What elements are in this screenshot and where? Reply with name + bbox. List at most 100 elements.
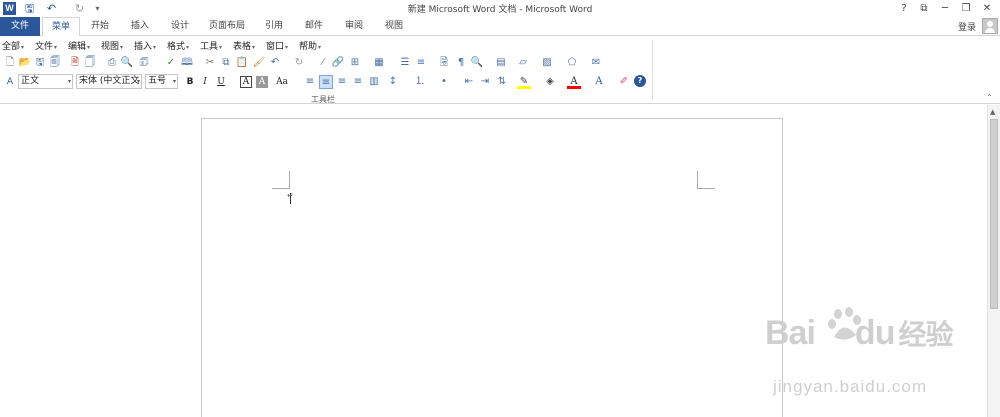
line-spacing-icon[interactable]: ↕ bbox=[386, 75, 400, 89]
paste-icon[interactable]: 📋 bbox=[235, 56, 249, 70]
font-combo[interactable]: 宋体 (中文正文 ▾ bbox=[76, 74, 142, 89]
shading-icon[interactable]: ◈ bbox=[543, 75, 557, 89]
justify-icon[interactable]: ≡ bbox=[351, 75, 365, 89]
font-size-combo[interactable]: 五号 ▾ bbox=[145, 74, 178, 89]
bullets-icon[interactable]: • bbox=[437, 75, 451, 89]
redo-icon[interactable]: ↻ bbox=[292, 56, 306, 70]
menu-view[interactable]: 视图▾ bbox=[101, 39, 123, 52]
window-title: 新建 Microsoft Word 文档 - Microsoft Word bbox=[407, 5, 593, 15]
menu-format[interactable]: 格式▾ bbox=[167, 39, 189, 52]
character-border-button[interactable]: A bbox=[240, 76, 252, 88]
title-bar: W 🖫 ↶ ↻ ▾ 新建 Microsoft Word 文档 - Microso… bbox=[0, 0, 1000, 17]
italic-button[interactable]: I bbox=[198, 75, 212, 89]
cut-icon[interactable]: ✂ bbox=[203, 56, 217, 70]
tab-menu[interactable]: 菜单 bbox=[42, 17, 80, 37]
menu-edit[interactable]: 编辑▾ bbox=[68, 39, 90, 52]
save-as-icon[interactable]: 🗐 bbox=[48, 56, 62, 70]
toolbar-group-caption: 工具栏 bbox=[311, 95, 335, 104]
close-button[interactable]: ✕ bbox=[976, 0, 998, 17]
text-box-icon[interactable]: ≡ bbox=[414, 56, 428, 70]
drawing-icon[interactable]: ⬠ bbox=[565, 56, 579, 70]
text-effects-icon[interactable]: A bbox=[592, 75, 606, 89]
shapes-icon[interactable]: ▱ bbox=[516, 56, 530, 70]
tab-page-layout[interactable]: 页面布局 bbox=[202, 17, 252, 36]
tab-insert[interactable]: 插入 bbox=[122, 17, 158, 36]
ribbon-panel: 全部▾ 文件▾ 编辑▾ 视图▾ 插入▾ 格式▾ 工具▾ 表格▾ 窗口▾ 帮助▾ … bbox=[0, 36, 1000, 104]
envelope-icon[interactable]: ✉ bbox=[589, 56, 603, 70]
print-icon[interactable]: ⎙ bbox=[105, 56, 119, 70]
word-window: W 🖫 ↶ ↻ ▾ 新建 Microsoft Word 文档 - Microso… bbox=[0, 0, 1000, 417]
menu-all[interactable]: 全部▾ bbox=[2, 39, 24, 52]
minimize-button[interactable]: ─ bbox=[934, 0, 956, 17]
tab-home[interactable]: 开始 bbox=[82, 17, 118, 36]
align-right-icon[interactable]: ≡ bbox=[335, 75, 349, 89]
menu-window[interactable]: 窗口▾ bbox=[266, 39, 288, 52]
tab-references[interactable]: 引用 bbox=[256, 17, 292, 36]
menu-table[interactable]: 表格▾ bbox=[233, 39, 255, 52]
document-map-icon[interactable]: 🗟 bbox=[437, 56, 451, 70]
help-button[interactable]: ? bbox=[893, 0, 915, 17]
scrollbar-thumb[interactable] bbox=[990, 119, 998, 309]
styles-pane-icon[interactable]: A bbox=[3, 75, 17, 89]
margin-mark-top-right bbox=[697, 171, 715, 189]
watermark-brand-bai: Bai bbox=[765, 314, 816, 352]
tab-review[interactable]: 审阅 bbox=[336, 17, 372, 36]
distributed-icon[interactable]: ▥ bbox=[367, 75, 381, 89]
print-preview-icon[interactable]: 🔍 bbox=[120, 56, 134, 70]
watermark-brand-cn: 经验 bbox=[898, 319, 953, 350]
watermark-url: jingyan.baidu.com bbox=[773, 377, 928, 396]
insert-table-icon[interactable]: ▦ bbox=[372, 56, 386, 70]
restore-button[interactable]: ❐ bbox=[955, 0, 977, 17]
sign-in-link[interactable]: 登录 bbox=[958, 20, 976, 33]
research-icon[interactable]: 🕮 bbox=[180, 56, 194, 70]
avatar[interactable] bbox=[982, 18, 998, 34]
undo-icon[interactable]: ↶ bbox=[268, 56, 282, 70]
character-shading-button[interactable]: A bbox=[256, 76, 268, 88]
save-icon[interactable]: 🖫 bbox=[33, 56, 47, 70]
sort-icon[interactable]: ⇅ bbox=[495, 75, 509, 89]
font-color-icon[interactable]: A bbox=[567, 75, 581, 89]
change-case-button[interactable]: Aa bbox=[273, 75, 291, 89]
clear-formatting-icon[interactable]: ✐ bbox=[617, 75, 631, 89]
numbering-icon[interactable]: ⒈ bbox=[413, 75, 427, 89]
document-page[interactable]: ↵ bbox=[201, 118, 783, 417]
tab-mailings[interactable]: 邮件 bbox=[296, 17, 332, 36]
tab-design[interactable]: 设计 bbox=[162, 17, 198, 36]
hyperlink-icon[interactable]: 🔗 bbox=[331, 56, 345, 70]
permission-icon[interactable]: 🗍 bbox=[83, 56, 97, 70]
collapse-ribbon-icon[interactable]: ⌃ bbox=[986, 93, 993, 102]
scroll-up-icon[interactable]: ▲ bbox=[990, 108, 995, 116]
menu-help[interactable]: 帮助▾ bbox=[299, 39, 321, 52]
format-painter-icon[interactable]: 🖌 bbox=[252, 56, 266, 70]
columns-icon[interactable]: ☰ bbox=[398, 56, 412, 70]
align-left-icon[interactable]: ≡ bbox=[303, 75, 317, 89]
bold-button[interactable]: B bbox=[183, 75, 197, 89]
tab-view[interactable]: 视图 bbox=[376, 17, 412, 36]
show-formatting-icon[interactable]: ¶ bbox=[454, 56, 468, 70]
spelling-icon[interactable]: ✓ bbox=[164, 56, 178, 70]
open-folder-icon[interactable]: 📂 bbox=[18, 56, 32, 70]
pdf-icon[interactable]: 🗎 bbox=[68, 56, 82, 70]
zoom-icon[interactable]: 🔍 bbox=[470, 56, 484, 70]
margin-mark-top-left bbox=[272, 171, 290, 189]
menu-tools[interactable]: 工具▾ bbox=[200, 39, 222, 52]
ribbon-display-options-button[interactable]: ⧉ bbox=[913, 0, 935, 17]
decrease-indent-icon[interactable]: ⇤ bbox=[462, 75, 476, 89]
highlight-icon[interactable]: ✎ bbox=[517, 75, 531, 89]
vertical-scrollbar[interactable]: ▲ bbox=[987, 105, 1000, 417]
new-document-icon[interactable]: 🗋 bbox=[3, 56, 17, 70]
word-count-icon[interactable]: ▤ bbox=[494, 56, 508, 70]
increase-indent-icon[interactable]: ⇥ bbox=[478, 75, 492, 89]
style-combo[interactable]: 正文 ▾ bbox=[18, 74, 73, 89]
clear-format-icon[interactable]: ⁄ bbox=[316, 56, 330, 70]
text-effects-icon[interactable]: ▨ bbox=[540, 56, 554, 70]
table-border-icon[interactable]: ⊞ bbox=[348, 56, 362, 70]
menu-file[interactable]: 文件▾ bbox=[35, 39, 57, 52]
help-icon[interactable]: ? bbox=[634, 75, 646, 87]
align-center-icon[interactable]: ≡ bbox=[319, 75, 333, 89]
underline-button[interactable]: U bbox=[214, 75, 228, 89]
tab-file[interactable]: 文件 bbox=[0, 17, 40, 36]
page-setup-icon[interactable]: 🗊 bbox=[137, 56, 151, 70]
copy-icon[interactable]: ⧉ bbox=[219, 56, 233, 70]
menu-insert[interactable]: 插入▾ bbox=[134, 39, 156, 52]
